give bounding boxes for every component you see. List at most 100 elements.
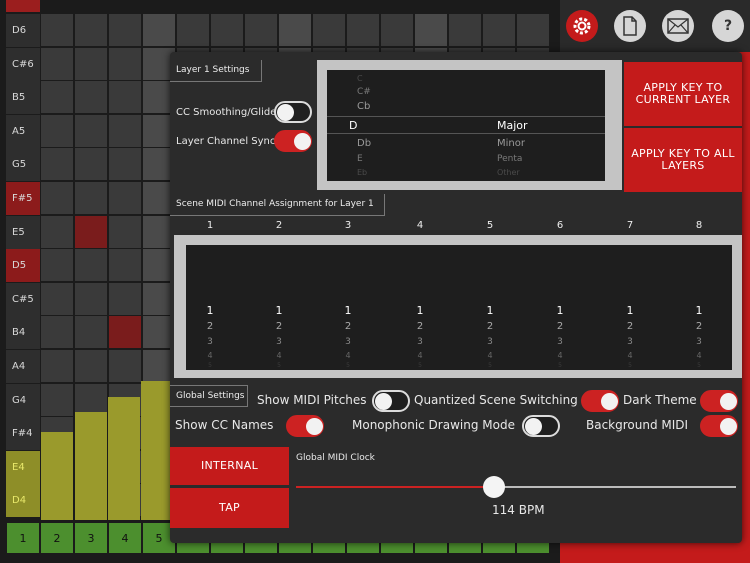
key-option[interactable]: C — [357, 74, 363, 83]
grid-cell[interactable] — [517, 14, 549, 46]
channel-option[interactable]: 4 — [545, 351, 575, 360]
show-midi-pitches-toggle[interactable] — [372, 390, 410, 412]
help-button[interactable]: ? — [712, 10, 744, 42]
channel-option[interactable]: 2 — [195, 321, 225, 332]
grid-cell[interactable] — [41, 249, 73, 282]
channel-option[interactable]: 4 — [475, 351, 505, 360]
background-midi-toggle[interactable] — [700, 415, 738, 437]
grid-cell[interactable] — [41, 114, 73, 147]
channel-wheel[interactable]: 1 2 3 4 5 — [264, 245, 294, 370]
selected-scale[interactable]: Major — [497, 119, 528, 132]
key-option[interactable]: Cb — [357, 101, 370, 112]
scale-option[interactable]: Minor — [497, 138, 525, 149]
channel-option[interactable]: 1 — [405, 304, 435, 317]
mail-button[interactable] — [662, 10, 694, 42]
layer-channel-sync-toggle[interactable] — [274, 130, 312, 152]
grid-cell[interactable] — [75, 81, 107, 114]
channel-option[interactable]: 5 — [475, 362, 505, 369]
channel-option[interactable]: 4 — [195, 351, 225, 360]
grid-cell[interactable] — [109, 350, 141, 382]
grid-cell[interactable] — [41, 383, 73, 416]
channel-wheel[interactable]: 1 2 3 4 5 — [195, 245, 225, 370]
grid-cell[interactable] — [75, 14, 107, 46]
grid-cell[interactable] — [41, 350, 73, 382]
channel-option[interactable]: 5 — [684, 362, 714, 369]
channel-option[interactable]: 1 — [264, 304, 294, 317]
grid-cell[interactable] — [41, 182, 73, 214]
key-option[interactable]: Db — [357, 138, 371, 149]
channel-option[interactable]: 3 — [264, 337, 294, 347]
velocity-bar[interactable] — [108, 397, 140, 520]
tempo-slider-knob[interactable] — [483, 476, 505, 498]
cc-smoothing-toggle[interactable] — [274, 101, 312, 123]
grid-cell[interactable] — [75, 182, 107, 214]
grid-cell[interactable] — [415, 14, 447, 46]
channel-option[interactable]: 5 — [333, 362, 363, 369]
channel-option[interactable]: 5 — [615, 362, 645, 369]
channel-option[interactable]: 4 — [333, 351, 363, 360]
grid-cell[interactable] — [41, 282, 73, 315]
channel-option[interactable]: 2 — [615, 321, 645, 332]
channel-option[interactable]: 3 — [475, 337, 505, 347]
grid-cell[interactable] — [109, 215, 141, 248]
channel-option[interactable]: 3 — [684, 337, 714, 347]
grid-cell[interactable] — [75, 47, 107, 80]
channel-option[interactable]: 4 — [615, 351, 645, 360]
step-number[interactable]: 3 — [75, 523, 107, 553]
grid-cell[interactable] — [245, 14, 277, 46]
show-cc-names-toggle[interactable] — [286, 415, 324, 437]
dark-theme-toggle[interactable] — [700, 390, 738, 412]
channel-option[interactable]: 2 — [333, 321, 363, 332]
grid-cell[interactable] — [75, 383, 107, 416]
internal-clock-button[interactable]: INTERNAL — [170, 447, 289, 485]
channel-option[interactable]: 3 — [333, 337, 363, 347]
grid-cell[interactable] — [75, 114, 107, 147]
channel-option[interactable]: 1 — [684, 304, 714, 317]
channel-option[interactable]: 4 — [264, 351, 294, 360]
key-picker[interactable]: C C# Cb D Major Db Minor E Penta Eb Other — [317, 60, 622, 190]
grid-cell[interactable] — [75, 148, 107, 181]
document-button[interactable] — [614, 10, 646, 42]
grid-cell[interactable] — [75, 249, 107, 282]
key-picker-wheel[interactable]: C C# Cb D Major Db Minor E Penta Eb Other — [327, 70, 605, 181]
grid-cell[interactable] — [109, 114, 141, 147]
grid-cell[interactable] — [109, 47, 141, 80]
grid-cell[interactable] — [279, 14, 311, 46]
channel-option[interactable]: 3 — [615, 337, 645, 347]
apply-key-all-button[interactable]: APPLY KEY TO ALL LAYERS — [624, 128, 742, 192]
grid-cell[interactable] — [109, 316, 141, 349]
grid-cell[interactable] — [381, 14, 413, 46]
channel-wheel[interactable]: 1 2 3 4 5 — [405, 245, 435, 370]
channel-wheel[interactable]: 1 2 3 4 5 — [684, 245, 714, 370]
velocity-bar[interactable] — [41, 432, 73, 520]
channel-option[interactable]: 2 — [475, 321, 505, 332]
tap-tempo-button[interactable]: TAP — [170, 488, 289, 528]
velocity-bar[interactable] — [141, 381, 173, 520]
channel-wheel[interactable]: 1 2 3 4 5 — [475, 245, 505, 370]
channel-option[interactable]: 2 — [264, 321, 294, 332]
grid-cell[interactable] — [109, 282, 141, 315]
channel-option[interactable]: 1 — [475, 304, 505, 317]
selected-key[interactable]: D — [349, 119, 357, 132]
grid-cell[interactable] — [41, 47, 73, 80]
channel-wheel[interactable]: 1 2 3 4 5 — [545, 245, 575, 370]
grid-cell[interactable] — [143, 14, 175, 46]
grid-cell[interactable] — [75, 350, 107, 382]
channel-option[interactable]: 1 — [545, 304, 575, 317]
grid-cell[interactable] — [75, 316, 107, 349]
key-option[interactable]: C# — [357, 87, 371, 97]
channel-option[interactable]: 4 — [684, 351, 714, 360]
grid-cell[interactable] — [449, 14, 481, 46]
grid-cell[interactable] — [109, 81, 141, 114]
apply-key-current-button[interactable]: APPLY KEY TO CURRENT LAYER — [624, 62, 742, 126]
grid-cell[interactable] — [313, 14, 345, 46]
grid-cell[interactable] — [347, 14, 379, 46]
channel-option[interactable]: 5 — [195, 362, 225, 369]
channel-option[interactable]: 1 — [195, 304, 225, 317]
grid-cell[interactable] — [41, 316, 73, 349]
channel-option[interactable]: 3 — [405, 337, 435, 347]
grid-cell[interactable] — [483, 14, 515, 46]
channel-option[interactable]: 5 — [264, 362, 294, 369]
quantized-scene-toggle[interactable] — [581, 390, 619, 412]
key-option[interactable]: E — [357, 154, 363, 164]
